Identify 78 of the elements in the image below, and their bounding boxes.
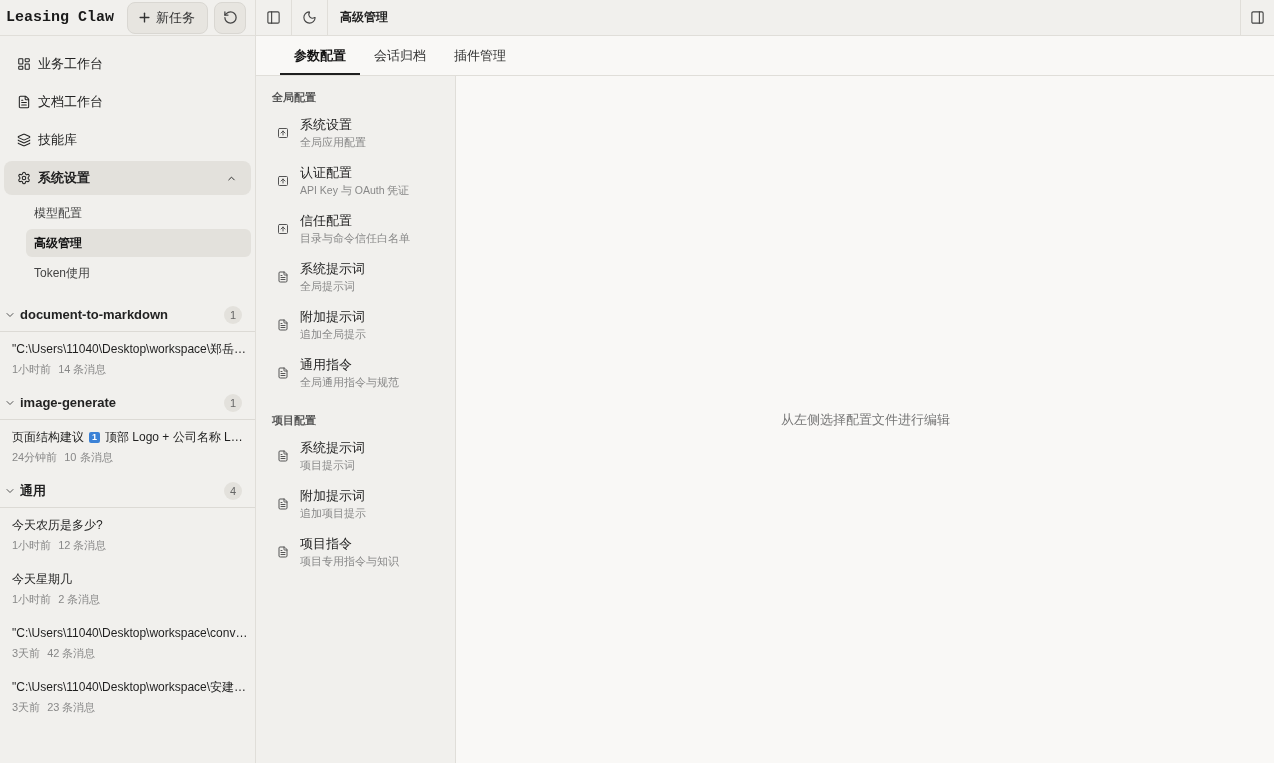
nav-item[interactable]: 文档工作台	[4, 85, 251, 119]
config-item-subtitle: 目录与命令信任白名单	[300, 231, 410, 246]
message-count: 2 条消息	[58, 591, 101, 607]
message-count: 14 条消息	[58, 361, 107, 377]
session-group-header[interactable]: 通用 4	[0, 474, 255, 508]
moon-icon	[302, 10, 317, 25]
panel-right-icon	[1250, 10, 1265, 25]
new-task-button[interactable]: 新任务	[127, 1, 208, 34]
nav-item[interactable]: 技能库	[4, 123, 251, 157]
config-item-subtitle: 全局通用指令与规范	[300, 375, 399, 390]
tab[interactable]: 会话归档	[360, 36, 440, 75]
nav-subitem[interactable]: Token使用	[26, 259, 251, 287]
tab[interactable]: 插件管理	[440, 36, 520, 75]
plus-icon	[137, 10, 152, 25]
session-time: 3天前	[12, 699, 41, 715]
nav-subitem[interactable]: 模型配置	[26, 199, 251, 227]
nav-item[interactable]: 系统设置	[4, 161, 251, 195]
message-count: 12 条消息	[58, 537, 107, 553]
layers-icon	[17, 133, 31, 147]
app-title: Leasing Claw	[6, 9, 115, 26]
page-title: 高级管理	[340, 9, 388, 26]
config-item-title[interactable]: 系统设置	[300, 116, 366, 134]
refresh-button[interactable]	[214, 1, 246, 34]
arrow-up-square-icon	[277, 175, 289, 187]
config-item-subtitle: API Key 与 OAuth 凭证	[300, 183, 410, 198]
session-group-header[interactable]: document-to-markdown 1	[0, 298, 255, 332]
config-item-title[interactable]: 系统提示词	[300, 260, 365, 278]
message-count: 10 条消息	[64, 449, 113, 465]
session-title[interactable]: "C:\Users\11040\Desktop\workspace\conv…	[12, 625, 248, 641]
settings-icon	[17, 171, 31, 185]
session-title[interactable]: "C:\Users\11040\Desktop\workspace\安建…	[12, 679, 247, 695]
count-badge: 1	[224, 305, 242, 324]
config-item-title[interactable]: 系统提示词	[300, 439, 365, 457]
message-count: 23 条消息	[47, 699, 96, 715]
nav-subitem[interactable]: 高级管理	[26, 229, 251, 257]
panel-left-icon	[266, 10, 281, 25]
document-icon	[277, 498, 289, 510]
config-item-subtitle: 全局提示词	[300, 279, 356, 294]
document-icon	[277, 450, 289, 462]
config-item-title[interactable]: 认证配置	[300, 164, 410, 182]
config-item-title[interactable]: 附加提示词	[300, 487, 366, 505]
count-badge: 4	[224, 481, 242, 500]
document-icon	[277, 367, 289, 379]
config-item-title[interactable]: 附加提示词	[300, 308, 366, 326]
session-title[interactable]: "C:\Users\11040\Desktop\workspace\郑岳…	[12, 341, 247, 357]
arrow-up-square-icon	[277, 223, 289, 235]
config-item-subtitle: 追加项目提示	[300, 506, 366, 521]
session-time: 24分钟前	[12, 449, 58, 465]
count-badge: 1	[224, 393, 242, 412]
session-time: 1小时前	[12, 537, 52, 553]
refresh-icon	[222, 10, 238, 25]
config-item-title[interactable]: 通用指令	[300, 356, 399, 374]
config-item-title[interactable]: 项目指令	[300, 535, 399, 553]
section-title: 全局配置	[271, 90, 317, 105]
document-icon	[277, 546, 289, 558]
session-time: 1小时前	[12, 591, 52, 607]
session-title[interactable]: 今天星期几	[12, 571, 72, 587]
nav-item[interactable]: 业务工作台	[4, 47, 251, 81]
config-item-subtitle: 项目提示词	[300, 458, 356, 473]
document-icon	[277, 319, 289, 331]
document-icon	[17, 95, 31, 109]
message-count: 42 条消息	[47, 645, 96, 661]
arrow-up-square-icon	[277, 127, 289, 139]
document-icon	[277, 271, 289, 283]
session-time: 1小时前	[12, 361, 52, 377]
config-item-subtitle: 项目专用指令与知识	[300, 554, 399, 569]
section-title: 项目配置	[271, 413, 317, 428]
session-time: 3天前	[12, 645, 41, 661]
config-item-subtitle: 追加全局提示	[300, 327, 366, 342]
number-keycap: 1	[89, 431, 100, 443]
session-title[interactable]: 顶部 Logo + 公司名称 L…	[105, 429, 243, 445]
session-group-header[interactable]: image-generate 1	[0, 386, 255, 420]
config-item-title[interactable]: 信任配置	[300, 212, 410, 230]
dashboard-icon	[17, 57, 31, 71]
session-title[interactable]: 今天农历是多少?	[12, 517, 103, 533]
config-item-subtitle: 全局应用配置	[300, 135, 366, 150]
empty-editor-hint: 从左侧选择配置文件进行编辑	[780, 410, 950, 429]
session-title[interactable]: 页面结构建议	[12, 429, 84, 445]
